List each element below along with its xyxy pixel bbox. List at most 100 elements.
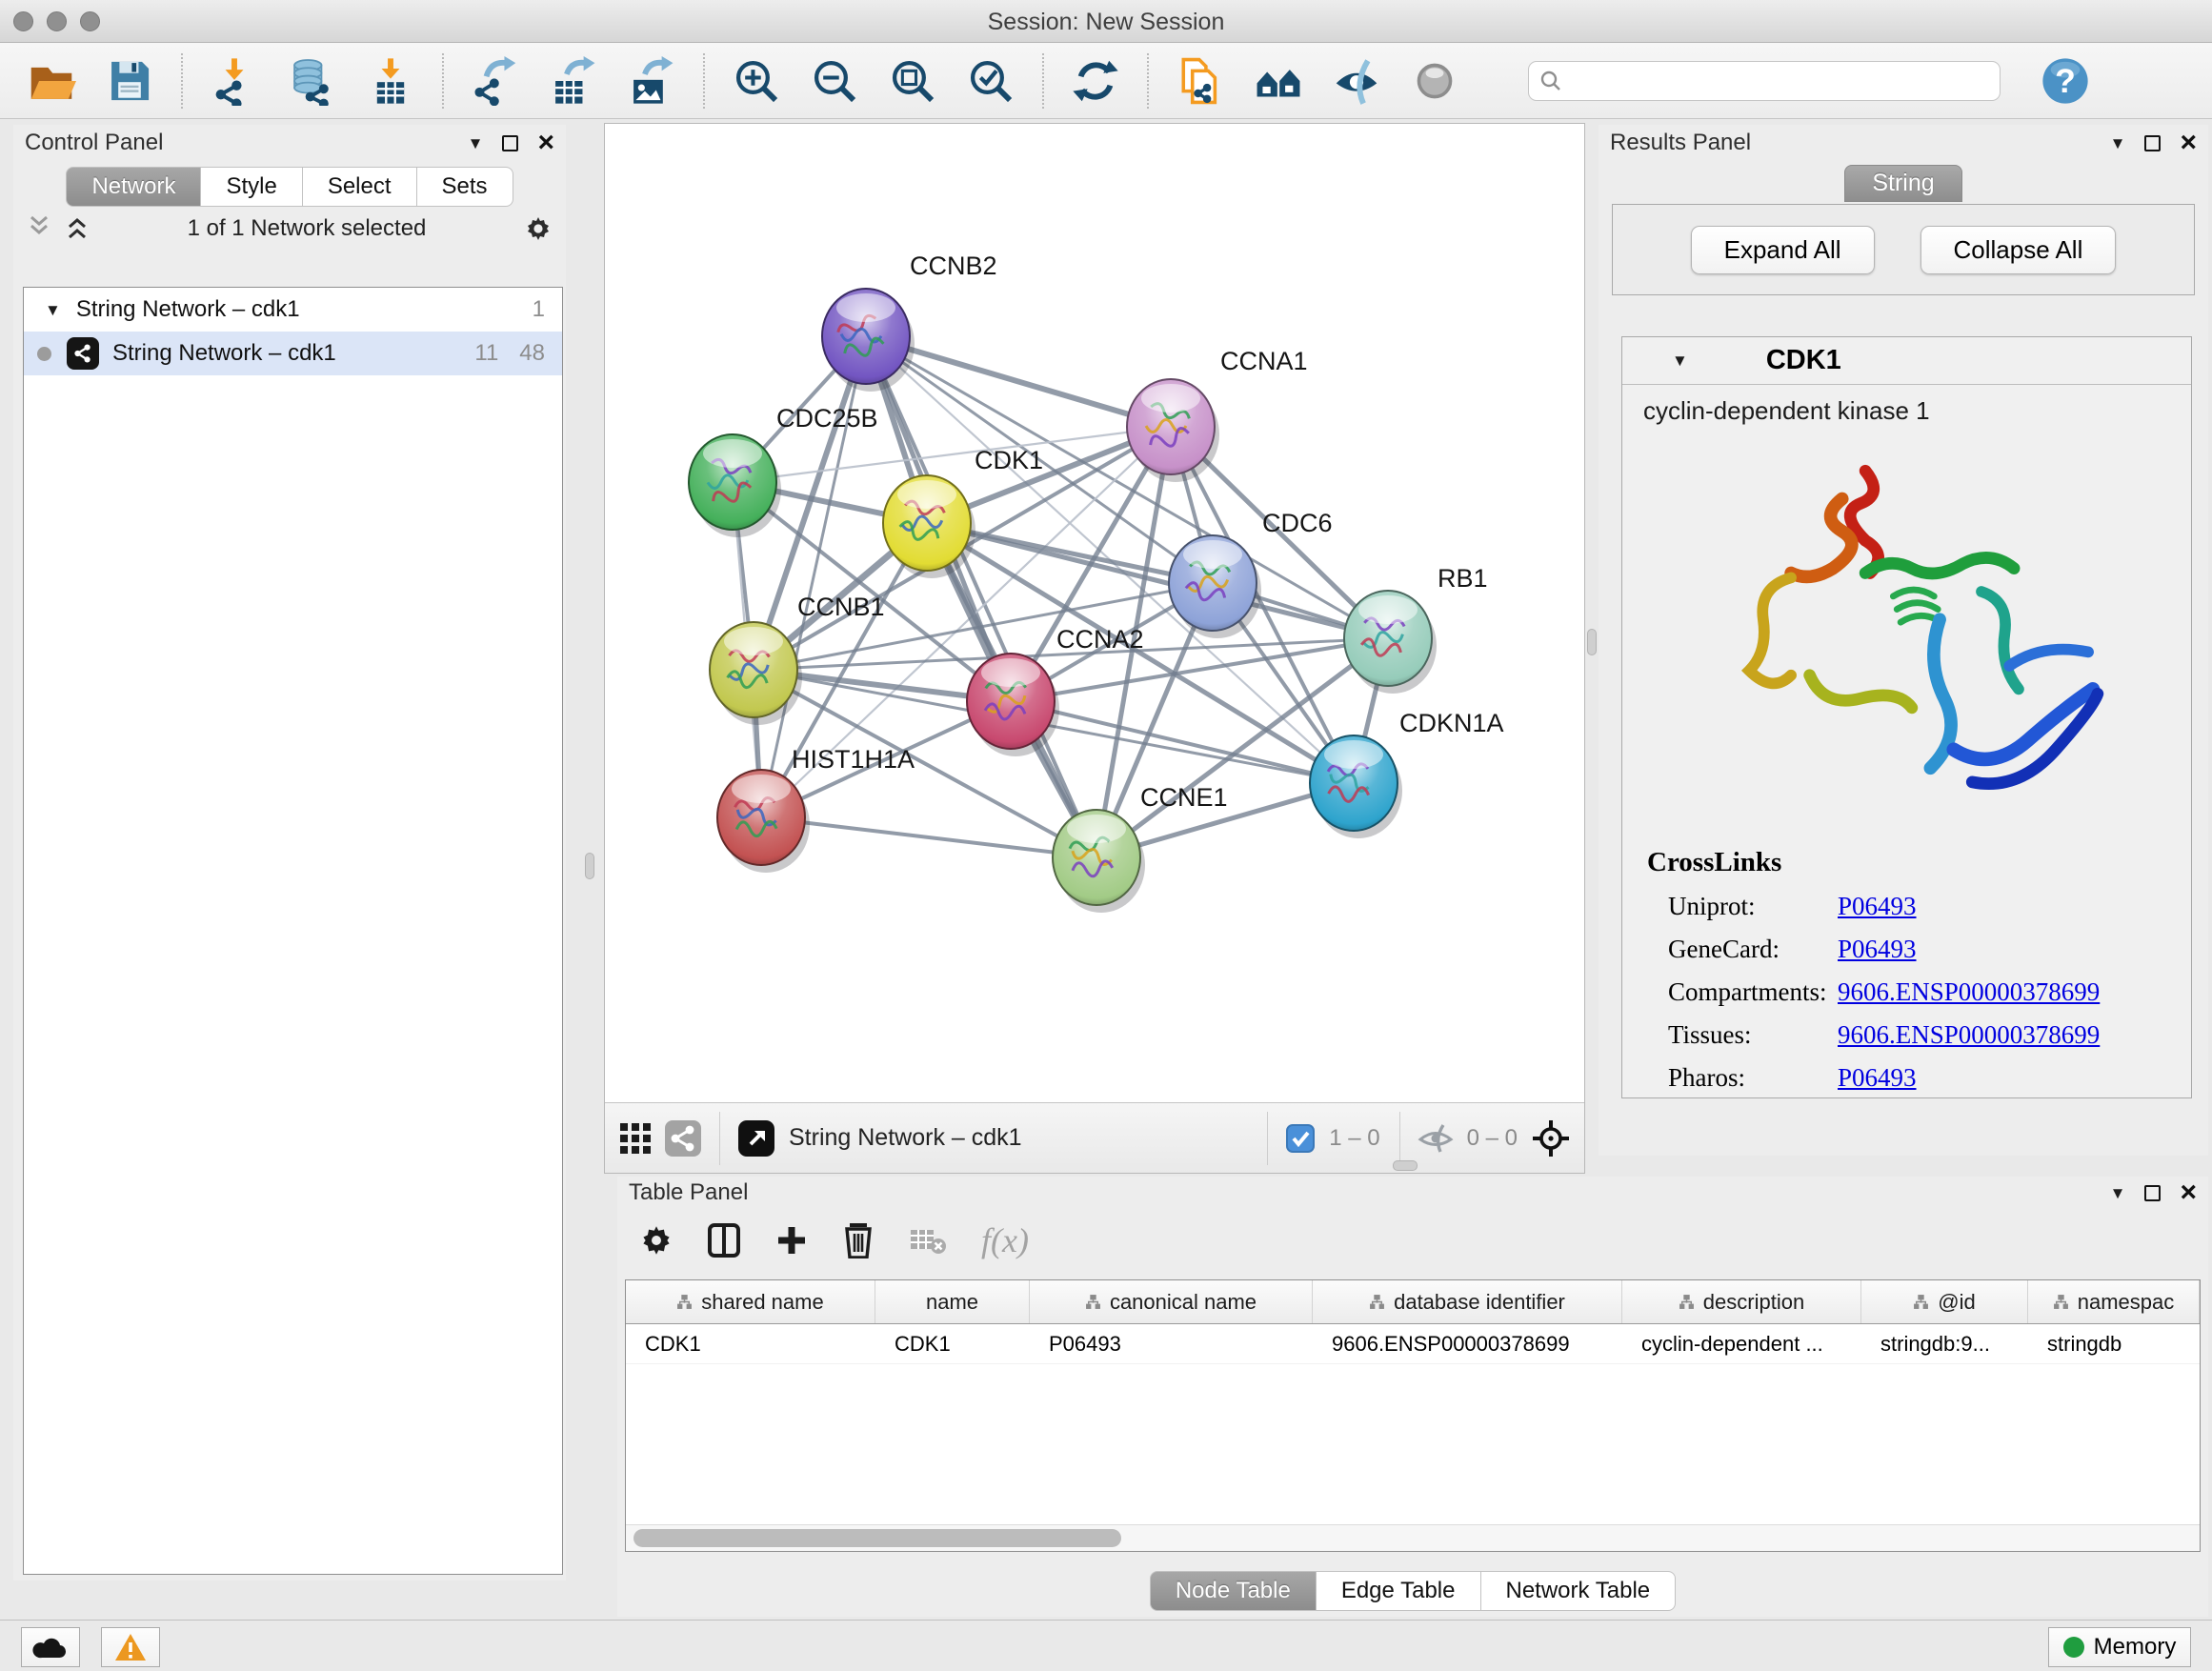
results-panel-float-icon[interactable] <box>2144 135 2161 151</box>
expand-all-chevron-icon[interactable] <box>27 214 51 243</box>
help-button[interactable]: ? <box>2039 54 2092 108</box>
import-network-file-button[interactable] <box>208 54 261 108</box>
table-cell[interactable]: CDK1 <box>626 1324 875 1363</box>
network-options-gear-icon[interactable] <box>524 214 553 243</box>
export-network-button[interactable] <box>469 54 522 108</box>
collection-expand-icon[interactable]: ▼ <box>45 302 61 318</box>
memory-button[interactable]: Memory <box>2048 1627 2191 1667</box>
column-header--id[interactable]: @id <box>1861 1280 2028 1323</box>
table-cell[interactable]: stringdb:9... <box>1861 1324 2028 1363</box>
column-header-description[interactable]: description <box>1622 1280 1861 1323</box>
control-panel-collapse-icon[interactable]: ▼ <box>468 135 484 151</box>
network-edge-hist1h1a-ccne1[interactable] <box>761 817 1096 857</box>
collapse-all-button[interactable]: Collapse All <box>1920 226 2117 274</box>
apply-function-icon-disabled: f(x) <box>981 1220 1029 1260</box>
right-splitter-handle[interactable] <box>1587 629 1597 655</box>
refresh-button[interactable] <box>1069 54 1122 108</box>
tab-string[interactable]: String <box>1844 165 1961 202</box>
crosslink-link[interactable]: P06493 <box>1838 892 1917 921</box>
zoom-fit-button[interactable] <box>886 54 939 108</box>
network-row-selected[interactable]: String Network – cdk1 11 48 <box>24 332 562 375</box>
results-panel-collapse-icon[interactable]: ▼ <box>2110 135 2126 151</box>
selected-nodes-checkbox-icon[interactable] <box>1285 1123 1316 1154</box>
crosslink-link[interactable]: P06493 <box>1838 935 1917 964</box>
network-node-cdc25b[interactable]: CDC25B <box>689 404 878 537</box>
tab-network[interactable]: Network <box>66 167 201 207</box>
tab-select[interactable]: Select <box>303 167 417 207</box>
table-cell[interactable]: 9606.ENSP00000378699 <box>1313 1324 1622 1363</box>
network-canvas[interactable]: CCNB2CCNA1CDC25BCDK1CDC6RB1CCNB1CCNA2CDK… <box>605 124 1584 1100</box>
show-graphics-details-button[interactable] <box>1408 54 1461 108</box>
tab-sets[interactable]: Sets <box>417 167 513 207</box>
zoom-in-icon <box>732 56 781 106</box>
gene-collapse-icon[interactable]: ▼ <box>1672 352 1688 369</box>
network-node-ccna1[interactable]: CCNA1 <box>1127 347 1308 482</box>
export-table-button[interactable] <box>547 54 600 108</box>
hide-selected-button[interactable] <box>1330 54 1383 108</box>
collapse-all-chevron-icon[interactable] <box>65 214 90 243</box>
network-overview-button[interactable] <box>1252 54 1305 108</box>
scrollbar-thumb[interactable] <box>633 1529 1121 1547</box>
network-node-ccne1[interactable]: CCNE1 <box>1053 783 1228 913</box>
network-node-rb1[interactable]: RB1 <box>1344 564 1488 694</box>
crosslink-link[interactable]: 9606.ENSP00000378699 <box>1838 1020 2100 1050</box>
zoom-selected-button[interactable] <box>964 54 1017 108</box>
network-node-cdkn1a[interactable]: CDKN1A <box>1310 709 1504 838</box>
column-header-database-identifier[interactable]: database identifier <box>1313 1280 1622 1323</box>
network-edge-ccna2-cdkn1a[interactable] <box>1011 701 1354 783</box>
expand-all-button[interactable]: Expand All <box>1691 226 1875 274</box>
network-edge-ccnb2-ccne1[interactable] <box>866 336 1096 857</box>
table-panel-collapse-icon[interactable]: ▼ <box>2110 1185 2126 1201</box>
network-node-hist1h1a[interactable]: HIST1H1A <box>717 745 915 873</box>
table-horizontal-scrollbar[interactable] <box>626 1524 2200 1551</box>
tab-node-table[interactable]: Node Table <box>1150 1571 1317 1611</box>
bottom-splitter-handle[interactable] <box>1393 1160 1418 1171</box>
table-row[interactable]: CDK1CDK1P064939606.ENSP00000378699cyclin… <box>626 1324 2200 1364</box>
search-field[interactable] <box>1528 61 2001 101</box>
control-panel-float-icon[interactable] <box>502 135 518 151</box>
network-node-ccnb1[interactable]: CCNB1 <box>710 593 885 725</box>
delete-column-button[interactable] <box>842 1222 875 1258</box>
table-options-gear-button[interactable] <box>640 1224 673 1257</box>
control-panel-close-icon[interactable]: × <box>537 131 554 154</box>
crosslink-link[interactable]: P06493 <box>1838 1063 1917 1093</box>
zoom-out-button[interactable] <box>808 54 861 108</box>
network-collection-row[interactable]: ▼ String Network – cdk1 1 <box>24 288 562 332</box>
birdseye-view-button[interactable] <box>618 1121 653 1156</box>
network-edge-cdk1-rb1[interactable] <box>927 523 1388 638</box>
add-column-button[interactable] <box>775 1224 808 1257</box>
table-cell[interactable]: stringdb <box>2028 1324 2200 1363</box>
table-cell[interactable]: cyclin-dependent ... <box>1622 1324 1861 1363</box>
export-image-button[interactable] <box>625 54 678 108</box>
table-cell[interactable]: P06493 <box>1030 1324 1313 1363</box>
column-header-canonical-name[interactable]: canonical name <box>1030 1280 1313 1323</box>
warning-status-button[interactable] <box>101 1627 160 1667</box>
table-panel-float-icon[interactable] <box>2144 1185 2161 1201</box>
tab-network-table[interactable]: Network Table <box>1481 1571 1677 1611</box>
table-panel-close-icon[interactable]: × <box>2180 1181 2197 1204</box>
zoom-in-button[interactable] <box>730 54 783 108</box>
column-header-namespac[interactable]: namespac <box>2028 1280 2200 1323</box>
tab-edge-table[interactable]: Edge Table <box>1317 1571 1481 1611</box>
results-panel-close-icon[interactable]: × <box>2180 131 2197 154</box>
table-cell[interactable]: CDK1 <box>875 1324 1030 1363</box>
network-node-ccnb2[interactable]: CCNB2 <box>822 252 997 392</box>
column-header-shared-name[interactable]: shared name <box>626 1280 875 1323</box>
cloud-status-button[interactable] <box>21 1627 80 1667</box>
hidden-nodes-eye-icon[interactable] <box>1418 1123 1454 1154</box>
open-session-button[interactable] <box>25 54 78 108</box>
search-input[interactable] <box>1563 64 1990 98</box>
navigator-crosshair-button[interactable] <box>1531 1118 1571 1158</box>
network-view-type-button[interactable] <box>664 1119 702 1158</box>
tab-style[interactable]: Style <box>201 167 302 207</box>
fit-content-button[interactable] <box>737 1119 775 1158</box>
gene-section-header[interactable]: ▼ CDK1 <box>1622 337 2191 385</box>
left-splitter-handle[interactable] <box>585 853 594 879</box>
import-table-file-button[interactable] <box>364 54 417 108</box>
import-network-database-button[interactable] <box>286 54 339 108</box>
show-columns-button[interactable] <box>707 1222 741 1258</box>
column-header-name[interactable]: name <box>875 1280 1030 1323</box>
save-session-button[interactable] <box>103 54 156 108</box>
string-import-button[interactable] <box>1174 54 1227 108</box>
crosslink-link[interactable]: 9606.ENSP00000378699 <box>1838 977 2100 1007</box>
